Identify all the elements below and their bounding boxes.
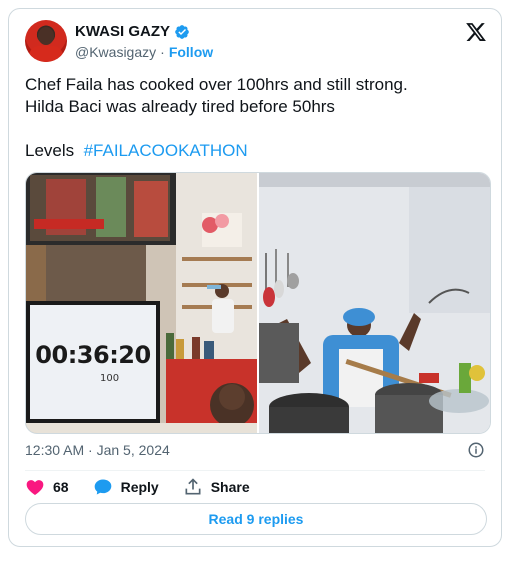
reply-button[interactable]: Reply: [93, 477, 159, 497]
media-gallery[interactable]: 00:36:20 100: [25, 172, 491, 434]
hashtag-link[interactable]: #FAILACOOKATHON: [84, 141, 248, 160]
info-icon[interactable]: [467, 441, 485, 459]
author-name-row: KWASI GAZY: [75, 23, 190, 40]
tweet-line-2: Hilda Baci was already tired before 50hr…: [25, 97, 335, 116]
author-name[interactable]: KWASI GAZY: [75, 23, 170, 40]
share-button[interactable]: Share: [183, 477, 250, 497]
media-image-chef[interactable]: [259, 173, 490, 433]
author-avatar[interactable]: [25, 20, 67, 62]
action-bar: 68 Reply Share: [25, 477, 274, 497]
like-count: 68: [53, 479, 69, 495]
x-logo-icon[interactable]: [465, 21, 487, 43]
tweet-levels-text: Levels: [25, 141, 75, 160]
heart-icon: [26, 480, 44, 495]
like-button[interactable]: 68: [25, 477, 69, 497]
reply-bubble-icon: [94, 479, 111, 495]
read-replies-button[interactable]: Read 9 replies: [25, 503, 487, 535]
reply-label: Reply: [120, 479, 159, 495]
author-handle-row: @Kwasigazy · Follow: [75, 44, 213, 60]
verified-badge-icon: [175, 24, 189, 39]
share-label: Share: [210, 479, 250, 495]
separator-dot: ·: [160, 44, 165, 60]
timer-display: 00:36:20: [35, 341, 151, 369]
tweet-line-1: Chef Faila has cooked over 100hrs and st…: [25, 75, 408, 94]
tweet-text: Chef Faila has cooked over 100hrs and st…: [25, 74, 485, 162]
tweet-line-3: Levels #FAILACOOKATHON: [25, 140, 485, 162]
timer-scene-illustration: [26, 173, 257, 433]
tweet-card: KWASI GAZY @Kwasigazy · Follow Chef Fail…: [8, 8, 502, 547]
timer-sub-value: 100: [100, 373, 120, 384]
share-icon: [185, 478, 201, 495]
tweet-timestamp[interactable]: 12:30 AM · Jan 5, 2024: [25, 442, 170, 458]
divider: [25, 470, 485, 471]
chef-scene-illustration: [259, 173, 490, 433]
author-handle[interactable]: @Kwasigazy: [75, 44, 156, 60]
follow-button[interactable]: Follow: [169, 44, 213, 60]
media-image-timer[interactable]: 00:36:20 100: [26, 173, 257, 433]
